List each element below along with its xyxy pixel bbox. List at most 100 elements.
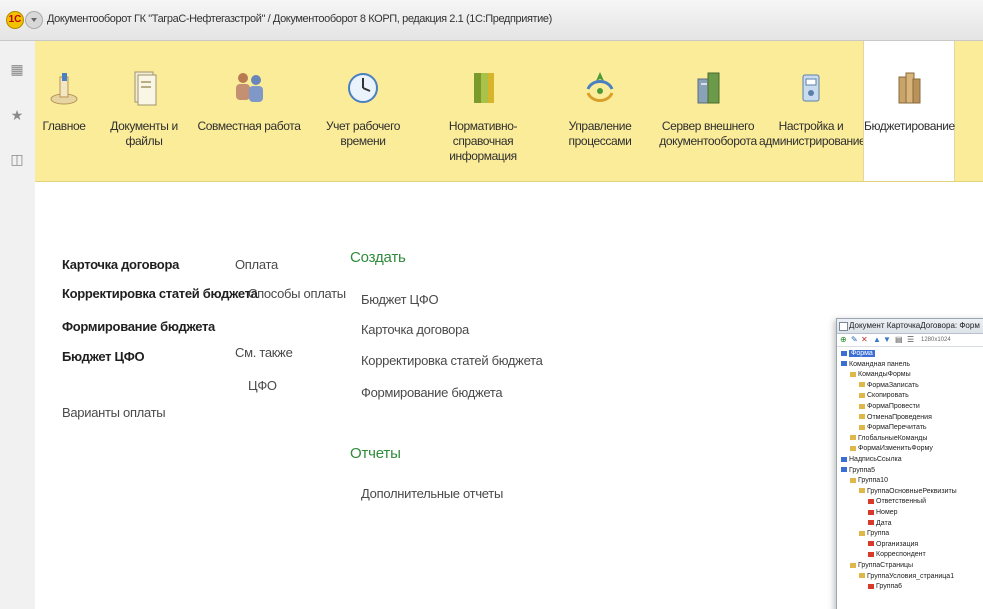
left-panel-lower bbox=[0, 182, 35, 609]
section-label: Документы и файлы bbox=[110, 119, 178, 148]
section-label: Совместная работа bbox=[197, 119, 301, 133]
create-contract-card[interactable]: Карточка договора bbox=[361, 322, 469, 337]
tree-node-label: ГлобальныеКоманды bbox=[858, 434, 928, 442]
tree-node-label: ФормаПровести bbox=[867, 403, 920, 410]
tree-node-icon bbox=[859, 414, 865, 420]
tree-node[interactable]: Организация bbox=[868, 540, 918, 550]
tree-node-label: ГруппаУсловия_страница1 bbox=[867, 572, 955, 580]
tree-node[interactable]: ФормаПровести bbox=[859, 402, 920, 412]
history-icon[interactable]: ◫ bbox=[9, 151, 25, 167]
clock-icon bbox=[348, 73, 378, 103]
tree-node[interactable]: ОтменаПроведения bbox=[859, 413, 932, 423]
tree-node[interactable]: Корреспондент bbox=[868, 550, 926, 560]
tree-node[interactable]: Дата bbox=[868, 519, 892, 529]
add-icon[interactable]: ⊕ bbox=[840, 336, 847, 344]
tree-node[interactable]: КомандыФормы bbox=[850, 370, 911, 380]
tree-node[interactable]: Группа10 bbox=[850, 476, 888, 486]
section-settings[interactable]: Настройка и администрирование bbox=[759, 41, 866, 181]
tree-node-icon bbox=[859, 382, 865, 388]
tree-node-label: Группа6 bbox=[876, 583, 903, 591]
tree-node[interactable]: Форма bbox=[841, 349, 875, 359]
tree-node-icon bbox=[841, 350, 847, 356]
server-icon bbox=[697, 72, 720, 104]
tree-node-label: ФормаИзменитьФорму bbox=[858, 445, 933, 453]
section-collaboration[interactable]: Совместная работа bbox=[195, 41, 303, 181]
title-bar: 1С Документооборот ГК "ТаграС-Нефтегазст… bbox=[0, 0, 983, 41]
edit-icon[interactable]: ✎ bbox=[851, 336, 858, 344]
form-structure-panel: Документ КарточкаДоговора: Форм ⊕ ✎ ✕ ▲ … bbox=[836, 318, 983, 609]
tree-node-label: Организация bbox=[876, 540, 919, 548]
nav-payment-methods[interactable]: Способы оплаты bbox=[248, 286, 346, 301]
create-budget-formation[interactable]: Формирование бюджета bbox=[361, 385, 503, 400]
tree-node-icon bbox=[868, 520, 874, 526]
section-reference-info[interactable]: Нормативно-справочная информация bbox=[423, 41, 543, 181]
app-logo-icon[interactable]: 1С bbox=[6, 11, 24, 29]
tree-node-label: Форма bbox=[849, 350, 875, 357]
tree-node-icon bbox=[859, 488, 865, 494]
create-cfo-budget[interactable]: Бюджет ЦФО bbox=[361, 292, 439, 307]
tree-node[interactable]: Группа5 bbox=[841, 466, 875, 476]
nav-contract-card[interactable]: Карточка договора bbox=[62, 257, 179, 272]
tree-node-icon bbox=[868, 541, 874, 547]
view-menu-icon[interactable]: ☰ bbox=[907, 336, 914, 344]
tree-node-icon bbox=[841, 361, 847, 367]
app-window: 1С Документооборот ГК "ТаграС-Нефтегазст… bbox=[0, 0, 983, 609]
tree-node-icon bbox=[859, 393, 865, 399]
tree-node-icon bbox=[868, 509, 874, 515]
tree-node[interactable]: Ответственный bbox=[868, 497, 926, 507]
resolution-select[interactable]: 1280x1024 bbox=[921, 336, 951, 344]
section-time-tracking[interactable]: Учет рабочего времени bbox=[303, 41, 423, 181]
sections-panel: Главное Документы и файлы Совместная раб… bbox=[35, 41, 983, 182]
layout-icon[interactable]: ▤ bbox=[895, 336, 903, 344]
tree-node-label: КомандыФормы bbox=[858, 371, 911, 379]
nav-payment-options[interactable]: Варианты оплаты bbox=[62, 405, 166, 420]
nav-cfo-budget[interactable]: Бюджет ЦФО bbox=[62, 349, 145, 364]
binders-icon bbox=[474, 73, 494, 103]
tree-node-label: ГруппаОсновныеРеквизиты bbox=[867, 487, 957, 495]
section-external-server[interactable]: Сервер внешнего документооборота bbox=[657, 41, 759, 181]
section-main[interactable]: Главное bbox=[35, 41, 93, 181]
delete-icon[interactable]: ✕ bbox=[861, 336, 868, 344]
menu-dropdown-button[interactable] bbox=[25, 11, 43, 29]
move-up-icon[interactable]: ▲ bbox=[873, 336, 881, 344]
tree-node-icon bbox=[850, 446, 856, 452]
tree-node[interactable]: ФормаПеречитать bbox=[859, 423, 927, 433]
tree-node[interactable]: НадписьСсылка bbox=[841, 455, 902, 465]
tree-node[interactable]: ГруппаОсновныеРеквизиты bbox=[859, 487, 957, 497]
tree-node-label: НадписьСсылка bbox=[849, 456, 902, 463]
favorites-star-icon[interactable]: ★ bbox=[9, 107, 25, 123]
menu-grid-icon[interactable]: ▦ bbox=[9, 61, 25, 77]
tree-node[interactable]: ГруппаСтраницы bbox=[850, 561, 913, 571]
tree-node[interactable]: ФормаЗаписать bbox=[859, 381, 919, 391]
tree-node[interactable]: Номер bbox=[868, 508, 898, 518]
home-icon bbox=[50, 73, 78, 105]
additional-reports-link[interactable]: Дополнительные отчеты bbox=[361, 486, 503, 501]
reports-group-title: Отчеты bbox=[350, 445, 401, 462]
create-budget-adjustment[interactable]: Корректировка статей бюджета bbox=[361, 353, 543, 368]
tree-node-icon bbox=[868, 499, 874, 505]
nav-budget-adjustment[interactable]: Корректировка статей бюджета bbox=[62, 286, 258, 301]
tree-node[interactable]: Скопировать bbox=[859, 391, 909, 401]
tree-node-label: Номер bbox=[876, 509, 898, 516]
tree-node-icon bbox=[859, 424, 865, 430]
tree-node[interactable]: ГлобальныеКоманды bbox=[850, 434, 927, 444]
tree-node-label: Дата bbox=[876, 519, 892, 527]
tree-node-icon bbox=[859, 530, 865, 536]
settings-icon bbox=[802, 74, 820, 102]
tree-node-label: ФормаЗаписать bbox=[867, 381, 919, 389]
tree-node-icon bbox=[868, 552, 874, 558]
move-down-icon[interactable]: ▼ bbox=[883, 336, 891, 344]
tree-node[interactable]: ГруппаУсловия_страница1 bbox=[859, 572, 954, 582]
tree-node[interactable]: Командная панель bbox=[841, 360, 910, 370]
nav-payment[interactable]: Оплата bbox=[235, 257, 278, 272]
tree-node[interactable]: Группа bbox=[859, 529, 889, 539]
nav-budget-formation[interactable]: Формирование бюджета bbox=[62, 319, 215, 334]
section-budgeting[interactable]: Бюджетирование bbox=[863, 41, 955, 181]
tree-node[interactable]: Группа6 bbox=[868, 582, 902, 592]
section-documents[interactable]: Документы и файлы bbox=[93, 41, 195, 181]
section-processes[interactable]: Управление процессами bbox=[543, 41, 657, 181]
create-group-title: Создать bbox=[350, 249, 406, 266]
tree-node-icon bbox=[859, 403, 865, 409]
tree-node[interactable]: ФормаИзменитьФорму bbox=[850, 444, 933, 454]
nav-cfo[interactable]: ЦФО bbox=[248, 378, 277, 393]
